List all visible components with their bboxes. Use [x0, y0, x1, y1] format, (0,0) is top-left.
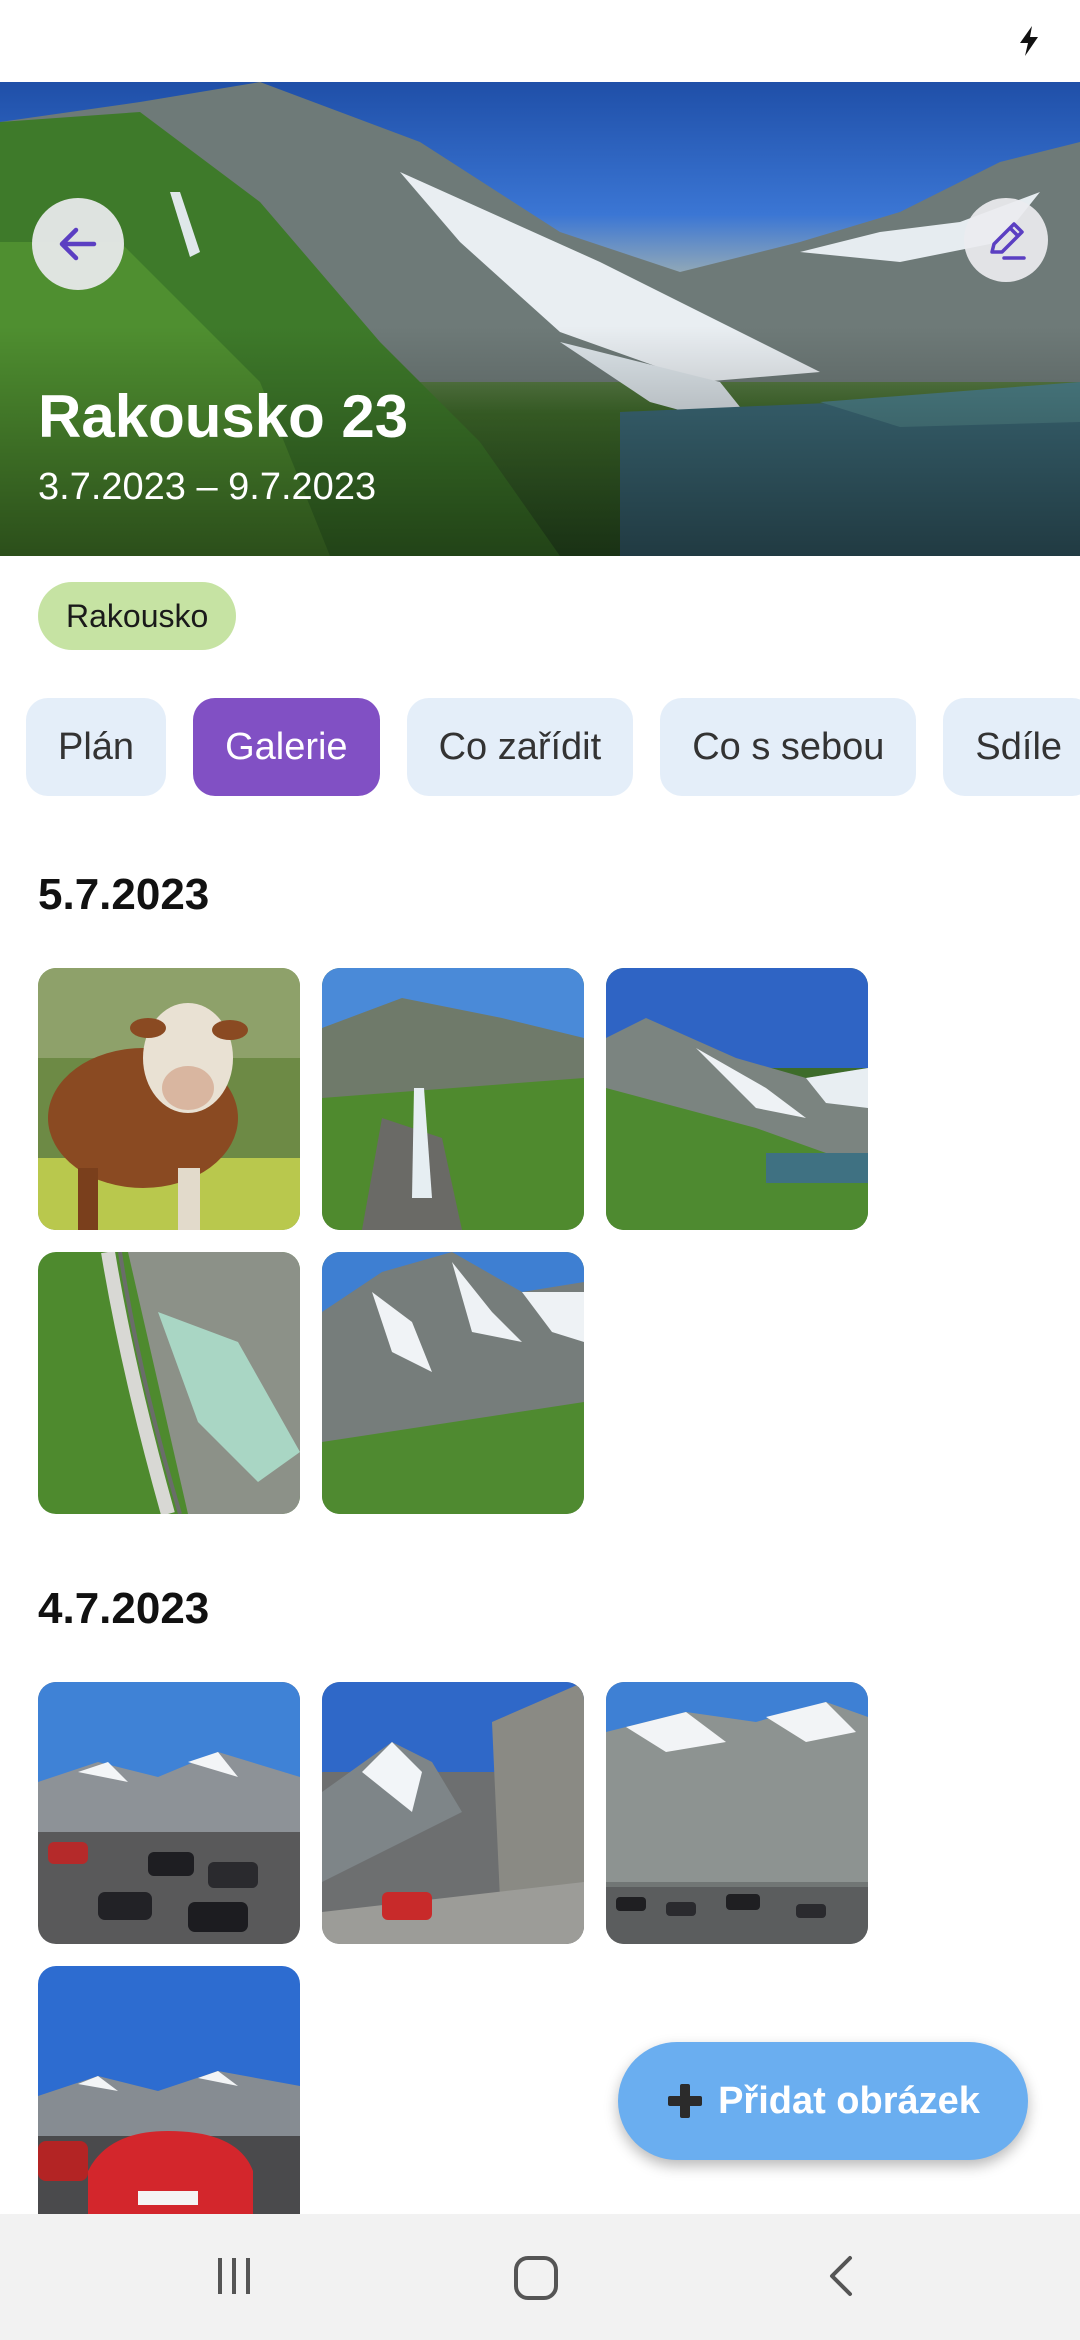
gallery-photo[interactable] — [322, 968, 584, 1230]
gallery-photo[interactable] — [38, 968, 300, 1230]
recent-apps-icon[interactable] — [212, 2254, 256, 2298]
gallery-date-heading: 5.7.2023 — [38, 870, 210, 919]
photo-mountain-road — [322, 1682, 584, 1944]
tab-packing[interactable]: Co s sebou — [660, 698, 917, 796]
trip-title: Rakousko 23 — [38, 383, 409, 450]
arrow-left-icon — [59, 227, 97, 261]
tab-gallery[interactable]: Galerie — [193, 698, 380, 796]
home-icon[interactable] — [512, 2254, 560, 2302]
back-button[interactable] — [32, 198, 124, 290]
pencil-icon — [990, 222, 1026, 260]
tab-plan[interactable]: Plán — [26, 698, 167, 796]
gallery-photo[interactable] — [606, 968, 868, 1230]
gallery-photo[interactable] — [38, 1252, 300, 1514]
gallery-photo[interactable] — [38, 1682, 300, 1944]
gallery-photo[interactable] — [322, 1252, 584, 1514]
gallery-photo[interactable] — [606, 1682, 868, 1944]
gallery-date-heading: 4.7.2023 — [38, 1584, 210, 1633]
status-bar — [0, 0, 1080, 82]
tab-share[interactable]: Sdíle — [943, 698, 1080, 796]
trip-dates: 3.7.2023 – 9.7.2023 — [38, 466, 377, 508]
photo-red-car — [38, 1966, 300, 2214]
add-image-label: Přidat obrázek — [718, 2079, 980, 2122]
gallery-photo[interactable] — [38, 1966, 300, 2214]
photo-cow — [38, 968, 300, 1230]
photo-parking-lot — [38, 1682, 300, 1944]
photo-road-aerial — [38, 1252, 300, 1514]
hero-header: Rakousko 23 3.7.2023 – 9.7.2023 — [0, 82, 1080, 556]
charging-bolt-icon — [1020, 26, 1038, 56]
photo-waterfall — [322, 968, 584, 1230]
system-nav-bar — [0, 2214, 1080, 2340]
photo-alpine-lake — [606, 968, 868, 1230]
plus-icon — [668, 2084, 703, 2118]
gallery-photo[interactable] — [322, 1682, 584, 1944]
add-image-button[interactable]: Přidat obrázek — [618, 2042, 1028, 2160]
tab-bar: Plán Galerie Co zařídit Co s sebou Sdíle — [26, 698, 1080, 796]
photo-glacier-parking — [606, 1682, 868, 1944]
edit-button[interactable] — [964, 198, 1048, 282]
tab-to-arrange[interactable]: Co zařídit — [406, 698, 634, 796]
country-tag[interactable]: Rakousko — [38, 582, 237, 650]
photo-snowy-peaks — [322, 1252, 584, 1514]
back-nav-icon[interactable] — [820, 2254, 864, 2298]
